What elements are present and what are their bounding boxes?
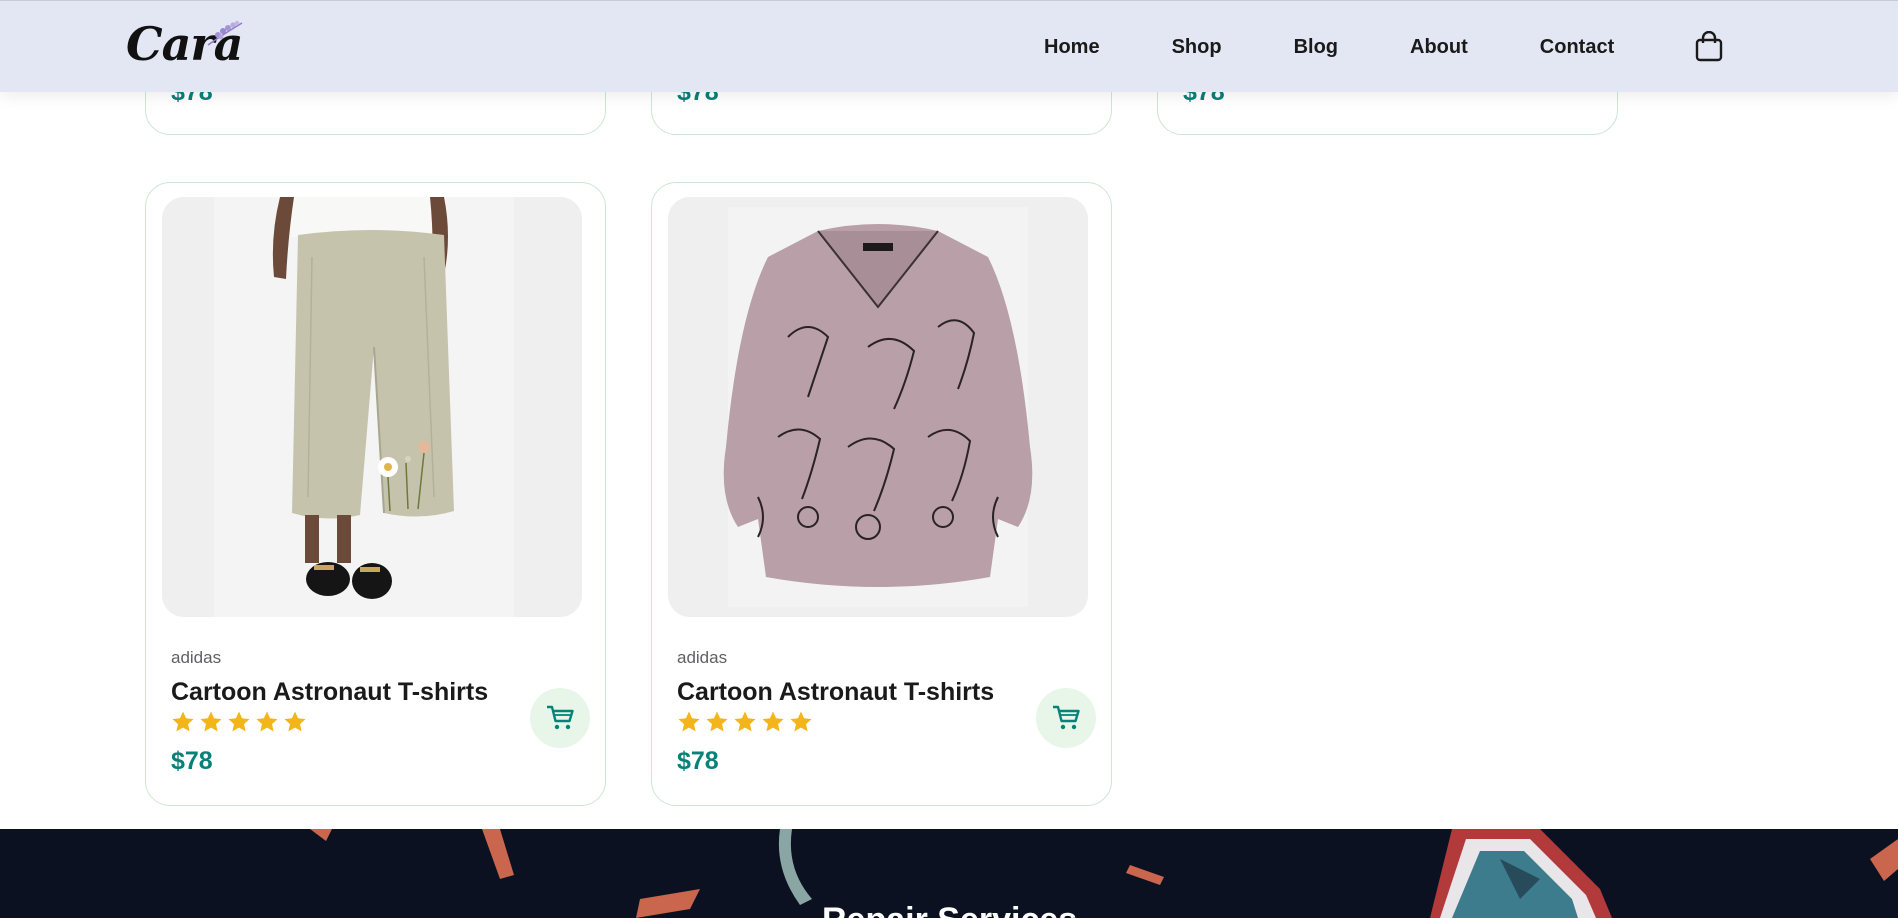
cart-icon <box>1053 705 1080 730</box>
nav-contact[interactable]: Contact <box>1540 36 1614 59</box>
product-price: $78 <box>171 747 213 775</box>
product-brand: adidas <box>677 648 728 667</box>
product-brand: adidas <box>171 648 222 667</box>
product-price: $78 <box>677 747 719 775</box>
star-icon <box>734 711 756 732</box>
product-title[interactable]: Cartoon Astronaut T-shirts <box>677 678 994 707</box>
product-card[interactable]: adidas Cartoon Astronaut T-shirts $78 <box>651 182 1112 806</box>
page: $78 $78 $78 Cara Home Shop Blog About Co… <box>0 0 1898 918</box>
star-icon <box>172 711 194 732</box>
cat-print-blouse-photo <box>668 197 1088 617</box>
star-icon <box>706 711 728 732</box>
nav-shop[interactable]: Shop <box>1172 36 1222 59</box>
add-to-cart-button[interactable] <box>1036 688 1096 748</box>
star-icon <box>256 711 278 732</box>
banner-title: Repair Services <box>822 901 1077 918</box>
nav-about[interactable]: About <box>1410 36 1468 59</box>
lavender-icon <box>207 20 243 46</box>
logo[interactable]: Cara <box>126 15 246 71</box>
star-icon <box>200 711 222 732</box>
product-image[interactable] <box>162 197 582 617</box>
star-icon <box>228 711 250 732</box>
shopping-bag-icon[interactable] <box>1694 30 1724 63</box>
site-header: Cara Home Shop Blog About Contact <box>0 0 1898 92</box>
star-icon <box>762 711 784 732</box>
add-to-cart-button[interactable] <box>530 688 590 748</box>
star-icon <box>284 711 306 732</box>
star-icon <box>790 711 812 732</box>
repair-services-banner: Repair Services <box>0 829 1898 918</box>
main-nav: Home Shop Blog About Contact <box>1044 30 1724 63</box>
star-icon <box>678 711 700 732</box>
product-rating <box>171 710 307 734</box>
product-rating <box>677 710 813 734</box>
linen-pants-photo <box>162 197 582 617</box>
nav-blog[interactable]: Blog <box>1294 36 1338 59</box>
product-title[interactable]: Cartoon Astronaut T-shirts <box>171 678 488 707</box>
cart-icon <box>547 705 574 730</box>
nav-home[interactable]: Home <box>1044 36 1100 59</box>
product-card[interactable]: adidas Cartoon Astronaut T-shirts $78 <box>145 182 606 806</box>
product-image[interactable] <box>668 197 1088 617</box>
